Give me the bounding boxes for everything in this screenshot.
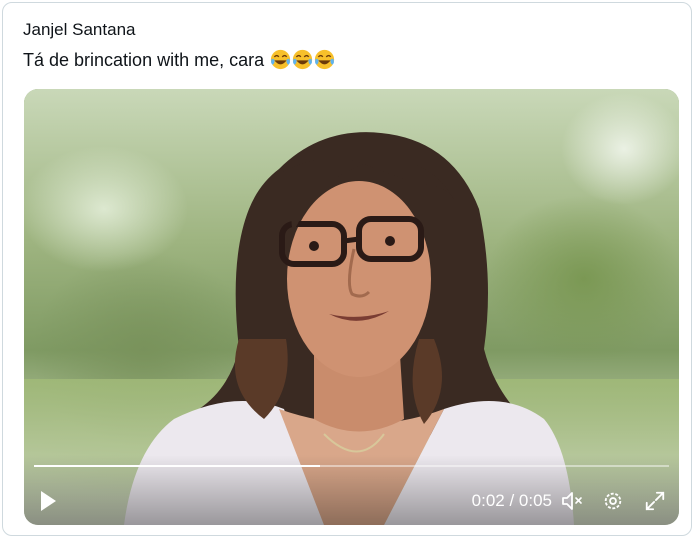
settings-button[interactable] xyxy=(602,490,624,512)
fullscreen-button[interactable] xyxy=(644,490,666,512)
tweet-card: Janjel Santana Tá de brincation with me,… xyxy=(2,2,692,536)
laughing-crying-emoji-icon xyxy=(292,49,313,70)
progress-bar[interactable] xyxy=(34,465,669,467)
tweet-text: Tá de brincation with me, cara xyxy=(23,48,335,72)
laughing-crying-emoji-icon xyxy=(270,49,291,70)
author-name[interactable]: Janjel Santana xyxy=(23,19,135,41)
play-icon xyxy=(41,491,56,511)
time-display: 0:02 / 0:05 xyxy=(471,491,552,510)
gear-icon xyxy=(604,492,622,510)
progress-bar-fill xyxy=(34,465,320,467)
laughing-crying-emoji-icon xyxy=(314,49,335,70)
play-button[interactable] xyxy=(36,488,60,514)
mute-button[interactable] xyxy=(560,490,584,512)
volume-muted-icon xyxy=(562,492,582,510)
fullscreen-expand-icon xyxy=(645,491,665,511)
tweet-text-body: Tá de brincation with me, cara xyxy=(23,50,265,70)
video-player[interactable]: 0:02 / 0:05 xyxy=(24,89,679,525)
